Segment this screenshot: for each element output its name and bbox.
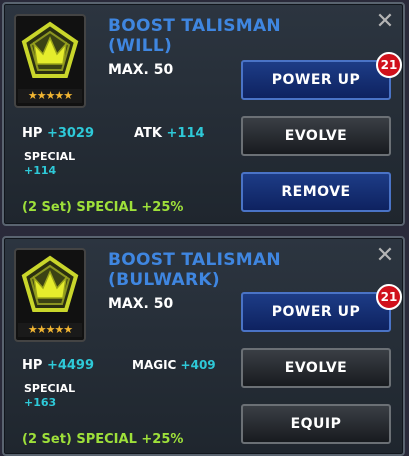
max-level: MAX. 50 <box>108 62 174 78</box>
special-label: SPECIAL <box>24 150 76 163</box>
atk-label: ATK <box>134 126 162 141</box>
notification-badge: 21 <box>376 284 402 310</box>
talisman-pentagon-icon <box>21 21 79 78</box>
talisman-icon-frame[interactable]: ★★★★★ <box>14 14 86 108</box>
power-up-button[interactable]: POWER UP <box>241 60 391 100</box>
magic-value: +409 <box>180 358 216 372</box>
evolve-button[interactable]: EVOLVE <box>241 348 391 388</box>
hp-value: +4499 <box>46 358 95 373</box>
item-title: BOOST TALISMAN (BULWARK) <box>108 250 298 290</box>
hp-label: HP <box>22 126 43 141</box>
notification-badge: 21 <box>376 52 402 78</box>
talisman-card-will: ★★★★★ BOOST TALISMAN (WILL) MAX. 50 ✕ HP… <box>2 2 405 226</box>
star-rating: ★★★★★ <box>18 89 82 103</box>
title-line-1: BOOST TALISMAN <box>108 250 281 270</box>
title-line-2: (BULWARK) <box>108 270 220 290</box>
set-bonus: (2 Set) SPECIAL +25% <box>22 432 184 447</box>
power-up-button[interactable]: POWER UP <box>241 292 391 332</box>
special-label: SPECIAL <box>24 382 76 395</box>
close-icon[interactable]: ✕ <box>375 11 395 33</box>
magic-label: MAGIC <box>132 358 177 372</box>
set-bonus: (2 Set) SPECIAL +25% <box>22 200 184 215</box>
item-title: BOOST TALISMAN (WILL) <box>108 16 298 56</box>
hp-stat: HP +4499 <box>22 358 94 373</box>
special-value: +114 <box>24 164 57 177</box>
title-line-1: BOOST TALISMAN <box>108 16 281 36</box>
talisman-card-bulwark: ★★★★★ BOOST TALISMAN (BULWARK) MAX. 50 ✕… <box>2 236 405 456</box>
close-icon[interactable]: ✕ <box>375 245 395 267</box>
atk-value: +114 <box>166 126 205 141</box>
hp-value: +3029 <box>46 126 95 141</box>
magic-stat: MAGIC +409 <box>132 358 216 372</box>
title-line-2: (WILL) <box>108 36 173 56</box>
hp-label: HP <box>22 358 43 373</box>
special-value: +163 <box>24 396 57 409</box>
hp-stat: HP +3029 <box>22 126 94 141</box>
atk-stat: ATK +114 <box>134 126 205 141</box>
talisman-pentagon-icon <box>21 255 79 312</box>
equip-button[interactable]: EQUIP <box>241 404 391 444</box>
star-rating: ★★★★★ <box>18 323 82 337</box>
talisman-icon-frame[interactable]: ★★★★★ <box>14 248 86 342</box>
remove-button[interactable]: REMOVE <box>241 172 391 212</box>
evolve-button[interactable]: EVOLVE <box>241 116 391 156</box>
max-level: MAX. 50 <box>108 296 174 312</box>
